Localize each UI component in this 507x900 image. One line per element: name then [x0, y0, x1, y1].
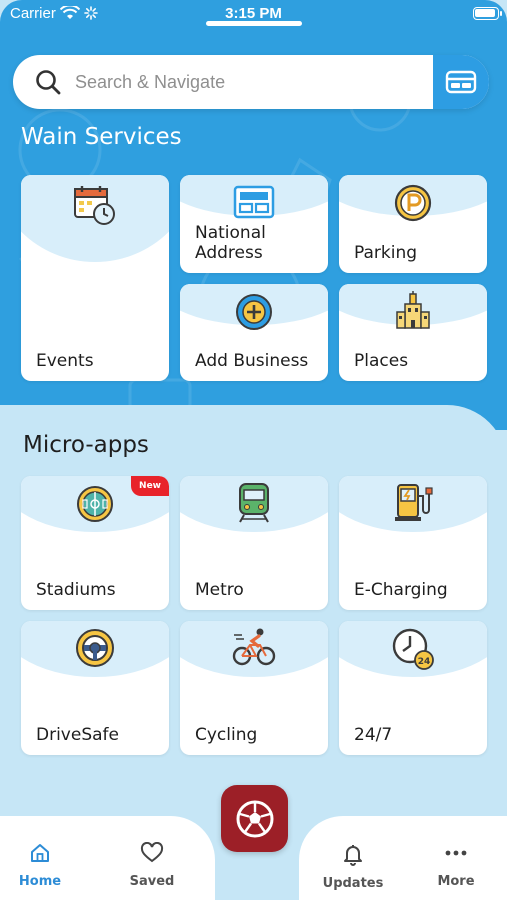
- charging-station-icon: [395, 484, 433, 521]
- tile-places[interactable]: Places: [339, 284, 487, 381]
- tile-label: Metro: [195, 580, 244, 600]
- tile-label: Add Business: [195, 351, 309, 371]
- wain-services-title: Wain Services: [21, 124, 182, 150]
- tile-parking[interactable]: Parking: [339, 175, 487, 273]
- clock-time: 3:15 PM: [225, 5, 282, 22]
- address-card-icon: [233, 185, 275, 219]
- app-screen: Carrier 3:15 PM Search & Navigate Wain S…: [0, 0, 507, 900]
- tab-home[interactable]: Home: [0, 842, 80, 889]
- tile-stadiums[interactable]: New Stadiums: [21, 476, 169, 610]
- more-dots-icon: [445, 850, 467, 856]
- center-action-button[interactable]: [221, 785, 288, 852]
- tab-updates[interactable]: Updates: [313, 842, 393, 891]
- tile-label: Parking: [354, 243, 418, 263]
- tab-label: Home: [18, 874, 62, 889]
- tab-label: Saved: [129, 874, 175, 889]
- tile-add-business[interactable]: Add Business: [180, 284, 328, 381]
- tile-e-charging[interactable]: E-Charging: [339, 476, 487, 610]
- soccer-ball-icon: [236, 800, 274, 838]
- battery-icon: [473, 7, 502, 20]
- tile-cycling[interactable]: Cycling: [180, 621, 328, 755]
- tile-label: E-Charging: [354, 580, 448, 600]
- tile-metro[interactable]: Metro: [180, 476, 328, 610]
- train-icon: [239, 483, 269, 523]
- tab-saved[interactable]: Saved: [112, 841, 192, 889]
- card-icon: [445, 70, 477, 94]
- new-badge: New: [131, 476, 169, 496]
- home-icon: [31, 844, 49, 862]
- tile-events[interactable]: Events: [21, 175, 169, 381]
- search-input[interactable]: [75, 65, 415, 99]
- add-circle-icon: [236, 294, 272, 330]
- tile-label: 24/7: [354, 725, 393, 745]
- home-indicator: [206, 21, 302, 26]
- cyclist-icon: [232, 628, 276, 666]
- tile-label: Stadiums: [36, 580, 116, 600]
- card-button[interactable]: [433, 55, 489, 109]
- clock-24-icon: 24: [392, 628, 434, 670]
- tab-label: Updates: [322, 876, 384, 891]
- tile-label: DriveSafe: [36, 725, 119, 745]
- heart-icon: [140, 841, 164, 863]
- tile-label: Places: [354, 351, 409, 371]
- building-icon: [396, 291, 430, 329]
- tile-label: Events: [36, 351, 94, 371]
- parking-icon: [394, 184, 432, 222]
- steering-wheel-icon: [76, 629, 114, 667]
- tile-24-7[interactable]: 24 24/7: [339, 621, 487, 755]
- tile-national-address[interactable]: National Address: [180, 175, 328, 273]
- tile-drivesafe[interactable]: DriveSafe: [21, 621, 169, 755]
- calendar-clock-icon: [74, 186, 115, 225]
- tab-label: More: [437, 874, 475, 889]
- stadium-icon: [77, 486, 113, 522]
- svg-text:24: 24: [418, 657, 431, 667]
- tile-label: National Address: [195, 223, 266, 263]
- search-bar[interactable]: [13, 55, 489, 109]
- bell-icon: [344, 845, 362, 866]
- tile-label: Cycling: [195, 725, 258, 745]
- search-icon: [36, 70, 61, 95]
- micro-apps-title: Micro-apps: [23, 432, 149, 458]
- tab-more[interactable]: More: [416, 842, 496, 889]
